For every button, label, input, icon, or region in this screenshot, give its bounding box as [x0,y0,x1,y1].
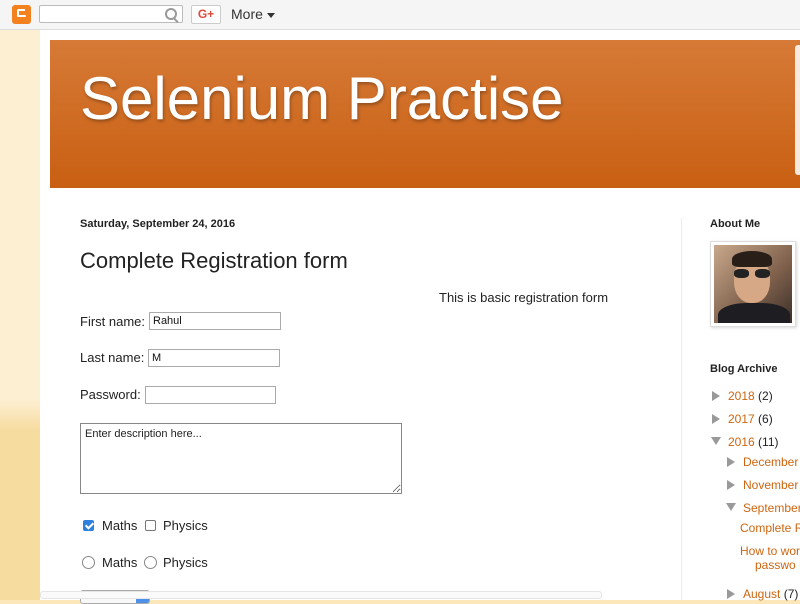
horizontal-scrollbar[interactable] [40,591,602,599]
archive-month-august[interactable]: August (7) [743,587,798,601]
archive-month-november[interactable]: November [743,478,798,492]
archive-year-link[interactable]: 2017 [728,412,755,426]
archive-month-link[interactable]: December [743,455,798,469]
more-menu-label: More [231,6,263,22]
expand-toggle-icon[interactable] [727,480,735,490]
collapse-toggle-icon[interactable] [711,437,721,445]
archive-count: (6) [758,412,773,426]
archive-post-link[interactable]: How to wor [740,544,800,558]
physics-checkbox[interactable] [145,520,156,531]
more-menu[interactable]: More [231,6,275,22]
archive-post-link[interactable]: Complete R [740,521,800,535]
expand-toggle-icon[interactable] [727,457,735,467]
password-label: Password: [80,387,141,402]
google-plus-button[interactable]: G+ [191,5,221,24]
maths-radio-label: Maths [102,555,138,570]
search-icon[interactable] [165,8,177,20]
blog-title[interactable]: Selenium Practise [80,64,564,133]
avatar[interactable] [710,241,796,327]
physics-radio-label: Physics [163,555,208,570]
description-textarea[interactable]: Enter description here... [80,423,402,494]
sidebar-divider [681,218,682,600]
post-intro-text: This is basic registration form [439,290,609,305]
blogger-navbar: G+ More [0,0,800,30]
maths-checkbox-label: Maths [102,518,138,533]
archive-post-title[interactable]: How to wor [740,544,800,558]
avatar-photo [714,245,792,323]
avatar-body [718,303,790,323]
archive-post-title[interactable]: passwo [755,558,796,572]
physics-radio[interactable] [144,556,157,569]
avatar-hair [732,251,772,267]
archive-month-link[interactable]: November [743,478,798,492]
physics-checkbox-label: Physics [163,518,208,533]
archive-month-september[interactable]: September [743,501,800,515]
archive-count: (11) [758,435,779,449]
post-title: Complete Registration form [80,248,348,273]
page-background-band [0,30,40,600]
first-name-label: First name: [80,314,146,329]
archive-year-2017[interactable]: 2017 (6) [728,412,773,426]
header-scrollbar[interactable] [795,45,800,175]
last-name-field[interactable] [148,349,280,367]
maths-radio[interactable] [82,556,95,569]
archive-year-2018[interactable]: 2018 (2) [728,389,773,403]
archive-count: (2) [758,389,773,403]
maths-checkbox[interactable] [83,520,94,531]
collapse-toggle-icon[interactable] [726,503,736,511]
blog-archive-heading: Blog Archive [710,363,778,375]
archive-post-link-continued[interactable]: passwo [755,558,796,572]
about-me-heading: About Me [710,218,761,230]
post-date: Saturday, September 24, 2016 [80,218,236,230]
first-name-field[interactable] [149,312,281,330]
avatar-sunglasses [734,269,770,278]
expand-toggle-icon[interactable] [712,414,720,424]
archive-year-link[interactable]: 2018 [728,389,755,403]
password-field[interactable] [145,386,276,404]
blogger-logo-icon[interactable] [12,5,31,24]
expand-toggle-icon[interactable] [727,589,735,599]
archive-count: (7) [783,587,799,601]
chevron-down-icon [266,12,275,18]
last-name-label: Last name: [80,350,145,365]
archive-month-link[interactable]: August [743,587,780,601]
expand-toggle-icon[interactable] [712,391,720,401]
archive-post-title[interactable]: Complete R [740,521,800,535]
archive-year-2016[interactable]: 2016 (11) [728,435,779,449]
navbar-search-input[interactable] [39,5,183,23]
blog-header: Selenium Practise [50,40,800,188]
archive-month-december[interactable]: December [743,455,798,469]
archive-month-link[interactable]: September [743,501,800,515]
archive-year-link[interactable]: 2016 [728,435,755,449]
